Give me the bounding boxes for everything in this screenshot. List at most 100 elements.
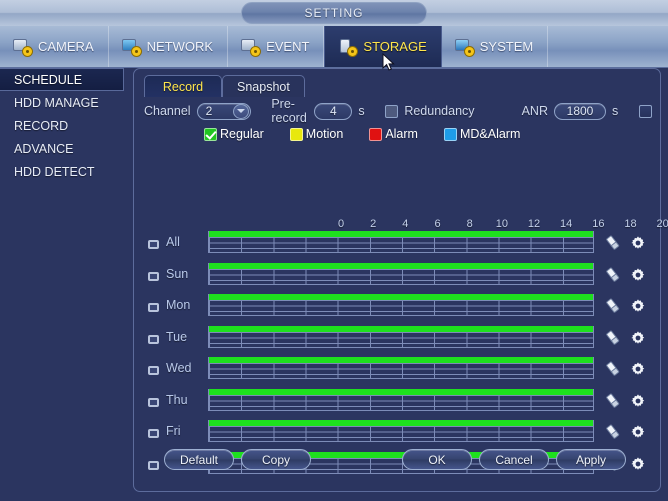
day-label: Sun bbox=[166, 267, 188, 281]
axis-tick: 20 bbox=[657, 218, 668, 230]
tab-snapshot-label: Snapshot bbox=[237, 80, 290, 94]
day-checkbox-mon[interactable] bbox=[148, 303, 159, 312]
axis-tick: 6 bbox=[434, 218, 440, 230]
eraser-icon[interactable] bbox=[604, 392, 622, 410]
axis-tick: 18 bbox=[624, 218, 636, 230]
tab-system[interactable]: SYSTEM bbox=[442, 26, 548, 67]
prerecord-input[interactable]: 4 bbox=[314, 103, 352, 120]
timeline-grid bbox=[209, 395, 593, 410]
gear-icon[interactable] bbox=[629, 234, 647, 252]
prerecord-unit: s bbox=[358, 104, 364, 118]
channel-select[interactable]: 2 bbox=[197, 103, 251, 120]
axis-tick: 10 bbox=[496, 218, 508, 230]
gear-icon[interactable] bbox=[629, 266, 647, 284]
day-checkbox-all[interactable] bbox=[148, 240, 159, 249]
tab-system-label: SYSTEM bbox=[480, 39, 533, 54]
chevron-down-icon bbox=[233, 104, 249, 119]
time-axis: 0 2 4 6 8 10 12 14 16 18 20 22 24 bbox=[341, 218, 668, 231]
options-row: Channel 2 Pre-record 4 s Redundancy ANR … bbox=[144, 99, 652, 123]
alarm-checkbox[interactable] bbox=[369, 128, 382, 141]
tab-network-label: NETWORK bbox=[147, 39, 213, 54]
eraser-icon[interactable] bbox=[604, 266, 622, 284]
timeline-all[interactable] bbox=[208, 231, 594, 253]
eraser-icon[interactable] bbox=[604, 297, 622, 315]
tab-camera[interactable]: CAMERA bbox=[0, 26, 109, 67]
sidebar-item-record[interactable]: RECORD bbox=[0, 114, 130, 137]
cancel-button[interactable]: Cancel bbox=[479, 449, 549, 470]
network-icon bbox=[121, 38, 141, 56]
anr-unit: s bbox=[612, 104, 618, 118]
day-label: All bbox=[166, 235, 180, 249]
legend-motion[interactable]: Motion bbox=[290, 127, 344, 141]
timeline-tue[interactable] bbox=[208, 326, 594, 348]
eraser-icon[interactable] bbox=[604, 234, 622, 252]
day-checkbox-sun[interactable] bbox=[148, 272, 159, 281]
legend-alarm-label: Alarm bbox=[385, 127, 418, 141]
axis-tick: 8 bbox=[467, 218, 473, 230]
gear-icon[interactable] bbox=[629, 360, 647, 378]
gear-icon[interactable] bbox=[629, 329, 647, 347]
gear-icon[interactable] bbox=[629, 297, 647, 315]
day-checkbox-tue[interactable] bbox=[148, 335, 159, 344]
default-button[interactable]: Default bbox=[164, 449, 234, 470]
timeline-grid bbox=[209, 300, 593, 315]
md-alarm-checkbox[interactable] bbox=[444, 128, 457, 141]
timeline-grid bbox=[209, 332, 593, 347]
day-checkbox-fri[interactable] bbox=[148, 429, 159, 438]
legend-md-alarm[interactable]: MD&Alarm bbox=[444, 127, 520, 141]
record-type-legend: Regular Motion Alarm MD&Alarm bbox=[204, 127, 546, 141]
schedule-row-tue: Tue bbox=[134, 326, 660, 358]
timeline-sun[interactable] bbox=[208, 263, 594, 285]
sidebar-item-advance-label: ADVANCE bbox=[14, 142, 74, 156]
timeline-mon[interactable] bbox=[208, 294, 594, 316]
timeline-thu[interactable] bbox=[208, 389, 594, 411]
tab-camera-label: CAMERA bbox=[38, 39, 94, 54]
day-checkbox-thu[interactable] bbox=[148, 398, 159, 407]
schedule-rows: All Sun bbox=[134, 231, 660, 483]
sidebar-item-schedule[interactable]: SCHEDULE bbox=[0, 68, 124, 91]
timeline-grid bbox=[209, 269, 593, 284]
day-label: Mon bbox=[166, 298, 190, 312]
tab-event[interactable]: EVENT bbox=[228, 26, 324, 67]
schedule-row-mon: Mon bbox=[134, 294, 660, 326]
tab-record[interactable]: Record bbox=[144, 75, 222, 97]
day-label: Thu bbox=[166, 393, 188, 407]
legend-regular[interactable]: Regular bbox=[204, 127, 264, 141]
sidebar-item-hdd-manage[interactable]: HDD MANAGE bbox=[0, 91, 130, 114]
sidebar-item-advance[interactable]: ADVANCE bbox=[0, 137, 130, 160]
tab-snapshot[interactable]: Snapshot bbox=[222, 75, 305, 97]
axis-tick: 2 bbox=[370, 218, 376, 230]
sidebar-item-record-label: RECORD bbox=[14, 119, 68, 133]
gear-icon[interactable] bbox=[629, 392, 647, 410]
redundancy-checkbox[interactable] bbox=[385, 105, 398, 118]
gear-icon[interactable] bbox=[629, 423, 647, 441]
apply-button[interactable]: Apply bbox=[556, 449, 626, 470]
schedule-row-thu: Thu bbox=[134, 389, 660, 421]
motion-checkbox[interactable] bbox=[290, 128, 303, 141]
regular-checkbox[interactable] bbox=[204, 128, 217, 141]
legend-motion-label: Motion bbox=[306, 127, 344, 141]
sidebar-item-hdd-detect[interactable]: HDD DETECT bbox=[0, 160, 130, 183]
anr-value: 1800 bbox=[567, 104, 594, 118]
prerecord-value: 4 bbox=[330, 104, 337, 118]
timeline-fri[interactable] bbox=[208, 420, 594, 442]
anr-checkbox[interactable] bbox=[639, 105, 652, 118]
event-icon bbox=[240, 38, 260, 56]
mouse-cursor bbox=[382, 53, 396, 73]
eraser-icon[interactable] bbox=[604, 360, 622, 378]
day-checkbox-wed[interactable] bbox=[148, 366, 159, 375]
eraser-icon[interactable] bbox=[604, 423, 622, 441]
timeline-wed[interactable] bbox=[208, 357, 594, 379]
anr-input[interactable]: 1800 bbox=[554, 103, 606, 120]
axis-tick: 4 bbox=[402, 218, 408, 230]
axis-tick: 16 bbox=[592, 218, 604, 230]
panel-buttons: Default Copy OK Cancel Apply bbox=[134, 449, 662, 473]
legend-alarm[interactable]: Alarm bbox=[369, 127, 418, 141]
timeline-grid bbox=[209, 426, 593, 441]
eraser-icon[interactable] bbox=[604, 329, 622, 347]
legend-regular-label: Regular bbox=[220, 127, 264, 141]
day-label: Fri bbox=[166, 424, 181, 438]
copy-button[interactable]: Copy bbox=[241, 449, 311, 470]
tab-network[interactable]: NETWORK bbox=[109, 26, 228, 67]
ok-button[interactable]: OK bbox=[402, 449, 472, 470]
